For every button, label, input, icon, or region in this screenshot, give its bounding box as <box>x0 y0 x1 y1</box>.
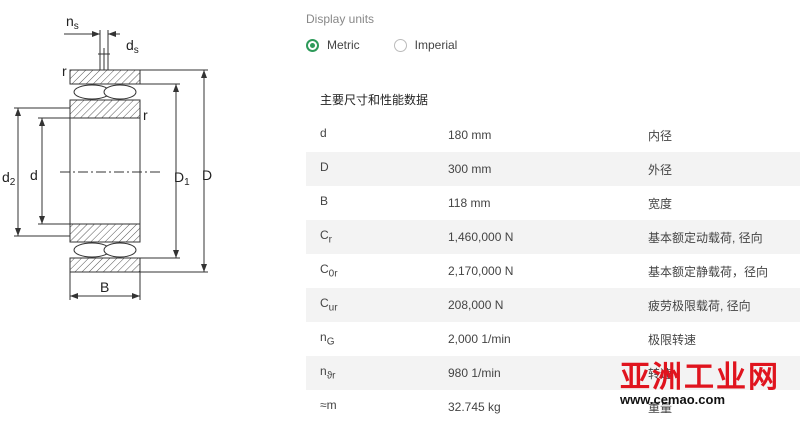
description-cell: 极限转速 <box>648 332 697 347</box>
table-row: D 300 mm 外径 <box>306 152 800 186</box>
symbol-cell: B <box>320 194 329 209</box>
bearing-drawing: ns ds r r d2 d D1 D B <box>0 0 240 414</box>
label-r-top: r <box>62 63 67 79</box>
description-cell: 宽度 <box>648 196 673 211</box>
symbol-cell: C0r <box>320 262 338 280</box>
description-cell: 基本额定静载荷，径向 <box>648 264 769 279</box>
watermark-logo: 亚洲工业网 www.cemao.com <box>612 352 800 414</box>
table-row: d 180 mm 内径 <box>306 118 800 152</box>
symbol-cell: Cur <box>320 296 338 314</box>
imperial-label: Imperial <box>414 38 458 52</box>
table-row: nG 2,000 1/min 极限转速 <box>306 322 800 356</box>
symbol-cell: nϑr <box>320 364 336 382</box>
symbol-cell: ≈m <box>320 398 337 413</box>
units-radio-group: Metric Imperial <box>306 38 491 52</box>
imperial-radio[interactable] <box>393 38 407 52</box>
label-r-inner: r <box>143 107 148 123</box>
section-title: 主要尺寸和性能数据 <box>320 93 429 107</box>
value-cell: 180 mm <box>448 128 492 142</box>
imperial-option[interactable]: Imperial <box>393 38 458 52</box>
bearing-cross-section: ns ds r r d2 d D1 D B <box>2 13 212 300</box>
display-units: Display units Metric Imperial <box>306 12 491 52</box>
label-B: B <box>100 279 109 295</box>
symbol-cell: d <box>320 126 327 141</box>
table-row: Cr 1,460,000 N 基本额定动载荷, 径向 <box>306 220 800 254</box>
symbol-cell: Cr <box>320 228 333 246</box>
table-row: C0r 2,170,000 N 基本额定静载荷，径向 <box>306 254 800 288</box>
metric-radio[interactable] <box>306 38 319 52</box>
metric-label: Metric <box>327 38 360 52</box>
value-cell: 300 mm <box>448 162 492 176</box>
description-cell: 疲劳极限载荷, 径向 <box>648 298 751 313</box>
description-cell: 外径 <box>648 162 673 177</box>
table-row: Cur 208,000 N 疲劳极限载荷, 径向 <box>306 288 800 322</box>
description-cell: 基本额定动载荷, 径向 <box>648 230 763 245</box>
table-row: B 118 mm 宽度 <box>306 186 800 220</box>
symbol-cell: nG <box>320 330 335 348</box>
watermark-url: www.cemao.com <box>620 392 725 407</box>
label-D: D <box>202 167 212 183</box>
description-cell: 内径 <box>648 128 673 143</box>
label-ds: ds <box>126 37 139 56</box>
value-cell: 1,460,000 N <box>448 230 514 244</box>
label-d2: d2 <box>2 169 16 188</box>
symbol-cell: D <box>320 160 329 175</box>
value-cell: 208,000 N <box>448 298 504 312</box>
value-cell: 118 mm <box>448 196 491 210</box>
label-ns: ns <box>66 13 79 32</box>
metric-option[interactable]: Metric <box>306 38 360 52</box>
value-cell: 2,170,000 N <box>448 264 514 278</box>
value-cell: 2,000 1/min <box>448 332 511 346</box>
watermark-chinese: 亚洲工业网 <box>620 360 780 395</box>
label-d: d <box>30 167 38 183</box>
display-units-title: Display units <box>306 12 375 26</box>
